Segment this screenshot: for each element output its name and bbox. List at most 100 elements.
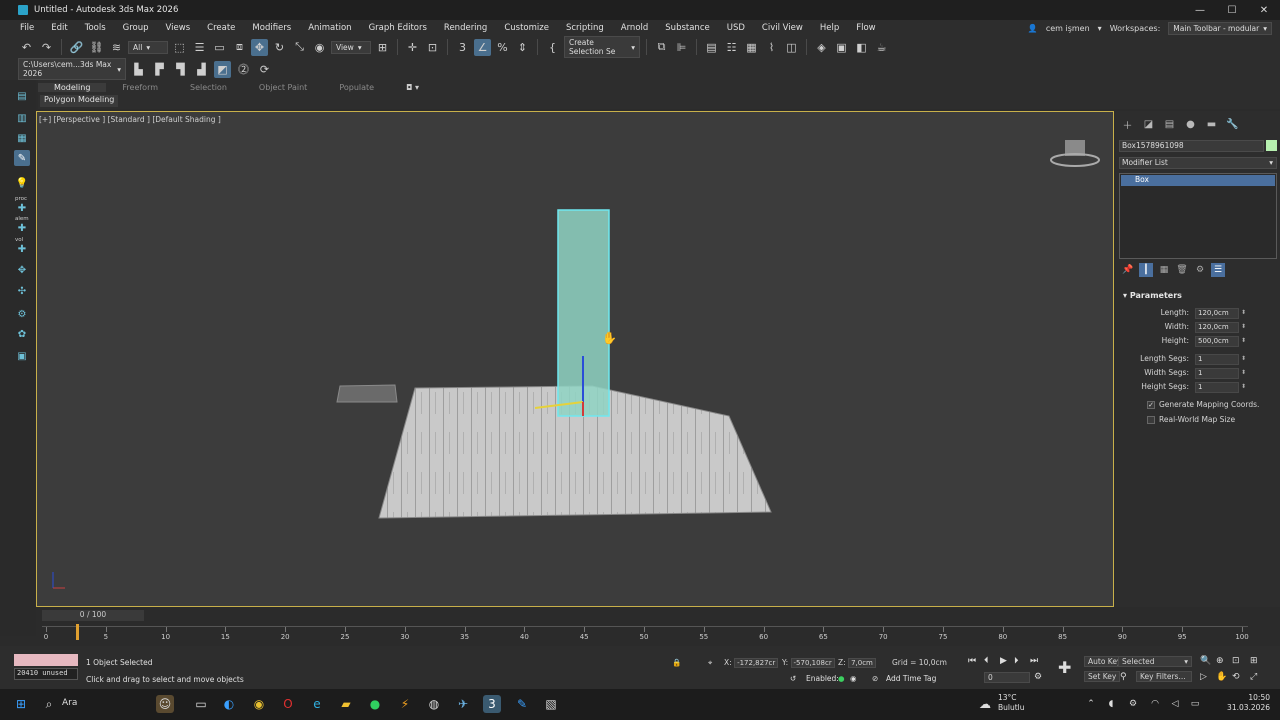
chrome-icon[interactable]: ◉	[250, 695, 268, 713]
length-field[interactable]: 120,0cm	[1195, 308, 1239, 319]
display-icon[interactable]: ▣	[14, 348, 30, 364]
menu-tools[interactable]: Tools	[76, 23, 114, 33]
menu-help[interactable]: Help	[811, 23, 847, 33]
next-frame-icon[interactable]: ⏵	[1014, 656, 1019, 666]
length-segs-spinner-icon[interactable]: ⬍	[1241, 355, 1246, 362]
create-tab-icon[interactable]: ＋	[1119, 117, 1136, 132]
playhead[interactable]	[76, 624, 79, 640]
pivot-center-icon[interactable]: ⊞	[374, 39, 391, 56]
image-viewer-icon[interactable]: ▧	[542, 695, 560, 713]
length-spinner-icon[interactable]: ⬍	[1241, 309, 1246, 316]
real-world-checkbox[interactable]	[1147, 415, 1155, 424]
select-by-name-icon[interactable]: ☰	[191, 39, 208, 56]
rect-selection-icon[interactable]: ▭	[211, 39, 228, 56]
menu-arnold[interactable]: Arnold	[612, 23, 657, 33]
reference-coord-dropdown[interactable]: View ▾	[331, 40, 371, 54]
remove-modifier-icon[interactable]: 🗑	[1175, 263, 1189, 277]
task-view-icon[interactable]: ▭	[192, 695, 210, 713]
systems-icon[interactable]: ⚙	[14, 306, 30, 322]
volume-icon[interactable]: ◁	[1166, 695, 1184, 713]
current-frame-field[interactable]: 0	[984, 672, 1030, 683]
menu-customize[interactable]: Customize	[496, 23, 558, 33]
material-editor-icon[interactable]: ◈	[813, 39, 830, 56]
proc-icon[interactable]: ✚	[14, 200, 30, 216]
wifi-icon[interactable]: ◠	[1146, 695, 1164, 713]
menu-flow[interactable]: Flow	[848, 23, 884, 33]
pan-icon[interactable]: ✋	[1216, 672, 1227, 682]
configure-sets-icon[interactable]: ⚙	[1193, 263, 1207, 277]
search-icon[interactable]: ⌕	[40, 695, 58, 713]
steam-icon[interactable]: ✈	[454, 695, 472, 713]
generate-mapping-checkbox[interactable]: ✓	[1147, 400, 1155, 409]
selection-filter-dropdown[interactable]: All ▾	[128, 40, 168, 54]
menu-scripting[interactable]: Scripting	[557, 23, 612, 33]
spotify-icon[interactable]: ●	[366, 695, 384, 713]
percent-snap-icon[interactable]: %	[494, 39, 511, 56]
snaps-toggle-icon[interactable]: 3	[454, 39, 471, 56]
close-button[interactable]: ✕	[1248, 0, 1280, 20]
spinner-snap-icon[interactable]: ⇕	[514, 39, 531, 56]
show-end-result-icon[interactable]: ┃	[1139, 263, 1153, 277]
tab-freeform[interactable]: Freeform	[106, 83, 174, 92]
bind-space-warp-icon[interactable]: ≋	[108, 39, 125, 56]
absolute-mode-icon[interactable]: ⌖	[708, 658, 712, 668]
create-panel-icon[interactable]: ▤	[14, 88, 30, 104]
user-chevron-icon[interactable]: ▾	[1098, 24, 1102, 33]
list-view-icon[interactable]: ☰	[1211, 263, 1225, 277]
height-field[interactable]: 500,0cm	[1195, 336, 1239, 347]
edge-icon[interactable]: e	[308, 695, 326, 713]
select-scale-icon[interactable]: ⤡	[291, 39, 308, 56]
menu-animation[interactable]: Animation	[300, 23, 360, 33]
length-segs-field[interactable]: 1	[1195, 354, 1239, 365]
render-frame-icon[interactable]: ◧	[853, 39, 870, 56]
zoom-extents-all-icon[interactable]: ⊞	[1250, 656, 1258, 666]
hierarchy-tab-icon[interactable]: ▤	[1161, 117, 1178, 131]
key-mode-dropdown[interactable]: Selected ▾	[1118, 656, 1192, 667]
redo-icon[interactable]: ↷	[38, 39, 55, 56]
window-crossing-icon[interactable]: ⧈	[231, 39, 248, 56]
spacewarps-icon[interactable]: ✣	[14, 283, 30, 299]
selection-set-dropdown[interactable]: Create Selection Se ▾	[564, 36, 640, 58]
plugin-icon[interactable]: ✿	[14, 326, 30, 342]
link-icon[interactable]: 🔗	[68, 39, 85, 56]
width-field[interactable]: 120,0cm	[1195, 322, 1239, 333]
adaptive-degradation-icon[interactable]: ↺	[790, 674, 796, 683]
mirror-icon[interactable]: ⧉	[653, 39, 670, 56]
modifier-list-dropdown[interactable]: Modifier List ▾	[1119, 157, 1277, 169]
object-name-field[interactable]: Box1578961098	[1119, 140, 1264, 152]
isolate-toggle-icon[interactable]: ◉	[850, 674, 857, 683]
tray-app-icon[interactable]: ◖	[1102, 695, 1120, 713]
scene-explorer-icon[interactable]: ▤	[703, 39, 720, 56]
keyboard-shortcut-icon[interactable]: ⊡	[424, 39, 441, 56]
edge-copilot-icon[interactable]: ◐	[220, 695, 238, 713]
angle-snap-icon[interactable]: ∠	[474, 38, 491, 56]
schematic-view-icon[interactable]: ◫	[783, 39, 800, 56]
menu-edit[interactable]: Edit	[43, 23, 76, 33]
zoom-all-icon[interactable]: ⊕	[1216, 656, 1224, 666]
place-icon[interactable]: ◉	[311, 39, 328, 56]
select-move-icon[interactable]: ✥	[251, 38, 268, 56]
zoom-icon[interactable]: 🔍	[1200, 656, 1211, 666]
modifier-stack-item[interactable]: Box	[1121, 175, 1275, 186]
unlink-icon[interactable]: ⛓	[88, 39, 105, 56]
vol-icon[interactable]: ✚	[14, 241, 30, 257]
project-path-dropdown[interactable]: C:\Users\cem...3ds Max 2026 ▾	[18, 58, 126, 80]
go-to-start-icon[interactable]: ⏮	[968, 656, 976, 666]
layer-explorer-icon[interactable]: ☷	[723, 39, 740, 56]
width-segs-spinner-icon[interactable]: ⬍	[1241, 369, 1246, 376]
isolate-icon[interactable]: ◩	[214, 60, 231, 78]
taskbar-clock[interactable]: 10:50 31.03.2026	[1227, 693, 1270, 713]
set-key-button[interactable]: Set Key	[1084, 671, 1121, 682]
height-segs-spinner-icon[interactable]: ⬍	[1241, 383, 1246, 390]
perspective-viewport[interactable]: [+] [Perspective ] [Standard ] [Default …	[36, 111, 1114, 607]
modify-tool-icon[interactable]: ✎	[14, 150, 30, 166]
y-field[interactable]: -570,108cr	[790, 658, 835, 668]
lock-selection-icon[interactable]: 🔒	[672, 658, 681, 667]
key-filters-icon[interactable]: ⚲	[1120, 672, 1127, 682]
render-icon[interactable]: ☕	[873, 39, 890, 56]
width-spinner-icon[interactable]: ⬍	[1241, 323, 1246, 330]
menu-substance[interactable]: Substance	[657, 23, 718, 33]
set-key-big-icon[interactable]: ✚	[1058, 658, 1071, 677]
edit-named-selection-icon[interactable]: {	[544, 39, 561, 56]
zoom-extents-icon[interactable]: ⊡	[1232, 656, 1240, 666]
